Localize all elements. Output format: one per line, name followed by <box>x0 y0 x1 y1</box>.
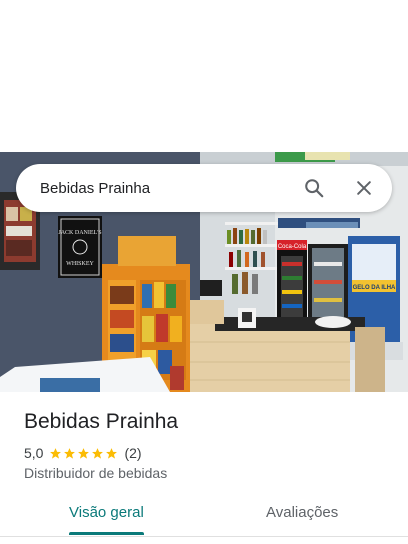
search-bar[interactable]: Bebidas Prainha <box>16 164 392 212</box>
close-icon <box>357 181 371 195</box>
search-button[interactable] <box>298 172 330 204</box>
close-button[interactable] <box>348 172 380 204</box>
rating-value: 5,0 <box>24 445 44 461</box>
jack-sign-label: JACK DANIEL'S <box>58 230 101 236</box>
tab-overview[interactable]: Visão geral <box>69 504 144 521</box>
place-tabs: Visão geral Avaliações <box>0 496 408 537</box>
coke-sign-label: Coca-Cola <box>278 244 307 250</box>
rating-row[interactable]: 5,0 (2) <box>24 445 142 461</box>
tab-reviews[interactable]: Avaliações <box>266 504 338 521</box>
place-title: Bebidas Prainha <box>24 410 179 433</box>
banner-label: GELO DA ILHA <box>353 285 396 291</box>
star-icon <box>106 447 118 459</box>
search-icon <box>305 179 324 198</box>
active-tab-indicator <box>69 532 144 535</box>
star-icon <box>78 447 90 459</box>
review-count[interactable]: (2) <box>124 445 141 461</box>
whiskey-sign-label: WHISKEY <box>66 261 94 267</box>
star-icon <box>50 447 62 459</box>
star-icon <box>64 447 76 459</box>
place-category: Distribuidor de bebidas <box>24 465 168 481</box>
rating-stars <box>49 447 118 460</box>
star-icon <box>92 447 104 459</box>
search-input[interactable]: Bebidas Prainha <box>40 180 298 197</box>
map-area-blank <box>0 0 408 152</box>
